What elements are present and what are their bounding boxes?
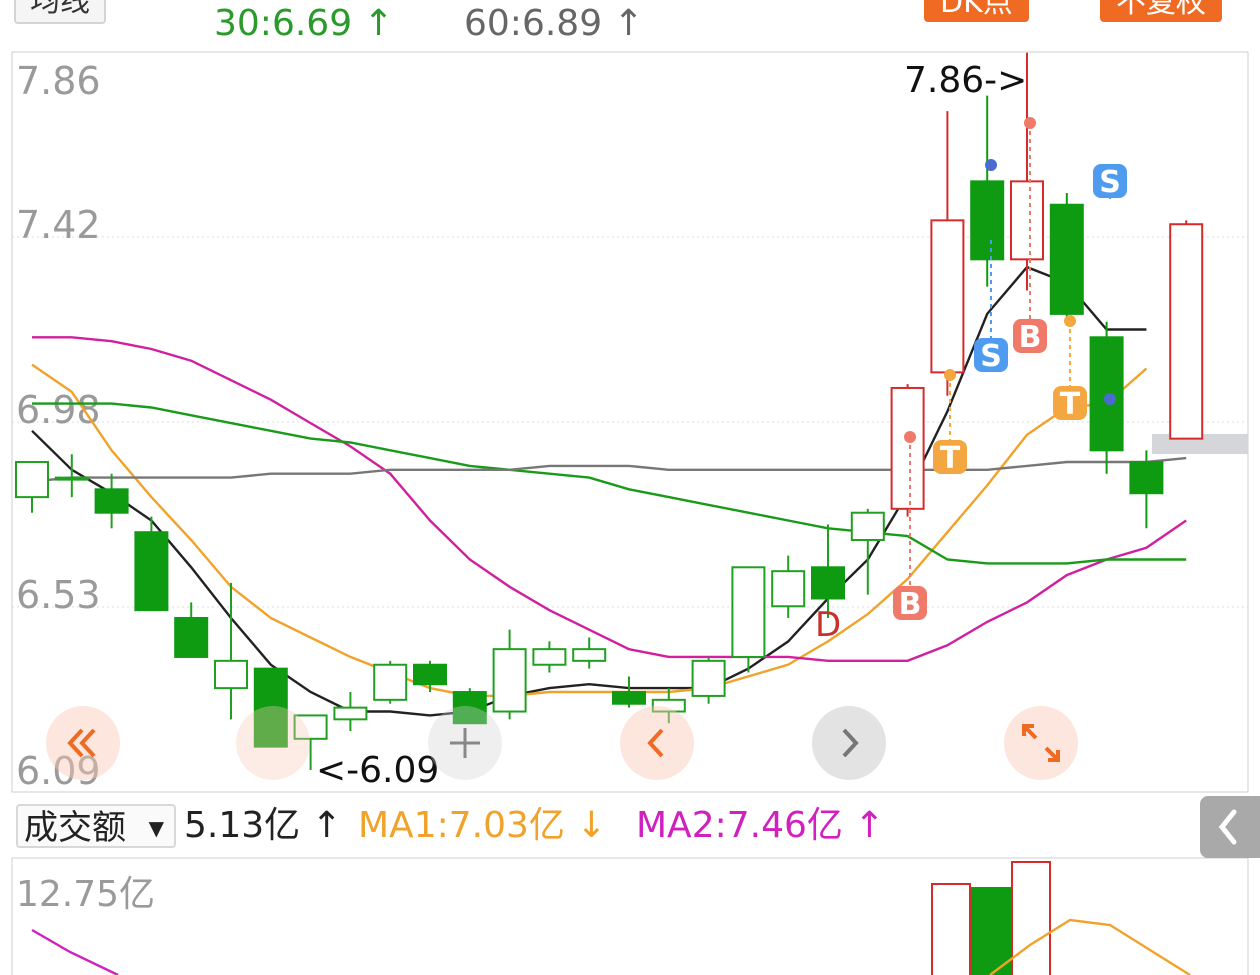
high-price-label: 7.86-> xyxy=(904,60,1027,101)
candle-body xyxy=(15,461,49,499)
candle-body xyxy=(1010,180,1044,261)
zoom-in-button[interactable] xyxy=(428,706,502,780)
volume-ma2: MA2:7.46亿 ↑ xyxy=(636,805,885,846)
signal-letter: S xyxy=(1099,165,1121,200)
chevron-right-icon xyxy=(842,728,859,758)
candle-body xyxy=(373,663,408,701)
candle-body xyxy=(771,570,806,608)
candle-body xyxy=(612,691,646,705)
plus-icon xyxy=(450,728,480,758)
signal-dot xyxy=(1104,393,1116,405)
volume-selector[interactable]: 成交额 ▼ xyxy=(16,804,176,848)
candle-body xyxy=(1169,223,1204,440)
candle-body xyxy=(691,659,726,697)
ma20-line xyxy=(32,336,1187,662)
candle-body xyxy=(850,511,885,541)
price-tick-label: 7.42 xyxy=(16,203,101,247)
volume-bar xyxy=(1011,861,1051,975)
volume-axis-label: 12.75亿 xyxy=(16,874,155,915)
volume-header: 成交额 ▼ 5.13亿 ↑ MA1:7.03亿 ↓ MA2:7.46亿 ↑ xyxy=(0,798,1260,856)
d-marker: D xyxy=(815,605,841,645)
candle-body xyxy=(1089,336,1124,452)
signal-letter: B xyxy=(899,587,922,622)
step-right-button[interactable] xyxy=(812,706,886,780)
candle-body xyxy=(492,648,527,713)
signal-letter: S xyxy=(980,339,1002,374)
candle-body xyxy=(94,488,129,514)
candle-body xyxy=(54,476,89,481)
low-price-label: <-6.09 xyxy=(316,750,439,791)
price-tick-label: 7.86 xyxy=(16,59,101,103)
chevron-left-icon xyxy=(647,728,664,758)
volume-ma2-line xyxy=(31,928,119,975)
step-left-button[interactable] xyxy=(620,706,694,780)
price-tick-label: 6.53 xyxy=(16,573,101,617)
chevron-down-icon: ▼ xyxy=(148,816,164,840)
candle-body xyxy=(1129,461,1164,495)
candle-body xyxy=(890,386,925,510)
candle-body xyxy=(413,663,447,686)
collapse-panel-button[interactable] xyxy=(1200,796,1260,858)
price-tick-label: 6.98 xyxy=(16,388,101,432)
candle-body xyxy=(1049,203,1084,315)
ma60-line xyxy=(31,456,1187,483)
volume-value: 5.13亿 ↑ xyxy=(184,805,342,846)
fullscreen-button[interactable] xyxy=(1004,706,1078,780)
rewind-button[interactable] xyxy=(46,706,120,780)
signal-letter: T xyxy=(1060,387,1081,422)
volume-bar xyxy=(971,887,1011,975)
candle-body xyxy=(532,648,567,666)
candle-body xyxy=(134,531,169,612)
candle-body xyxy=(333,706,368,721)
volume-bar xyxy=(931,883,971,975)
prev-page-button[interactable] xyxy=(236,706,310,780)
expand-icon xyxy=(1022,724,1060,762)
candle-body xyxy=(572,648,607,662)
candle-body xyxy=(731,566,766,658)
signal-letter: T xyxy=(940,441,961,476)
candle-body xyxy=(811,566,845,600)
ma30-line xyxy=(32,402,1187,565)
signal-dot xyxy=(985,159,997,171)
chevron-left-icon xyxy=(1218,809,1237,845)
candle-body xyxy=(970,180,1005,261)
volume-panel-frame xyxy=(11,857,1249,975)
double-chevron-left-icon xyxy=(67,728,96,758)
candle-body xyxy=(214,659,248,690)
candle-body xyxy=(174,616,209,658)
candle-body xyxy=(930,219,965,374)
signal-letter: B xyxy=(1019,320,1042,355)
volume-ma1: MA1:7.03亿 ↓ xyxy=(358,805,607,846)
